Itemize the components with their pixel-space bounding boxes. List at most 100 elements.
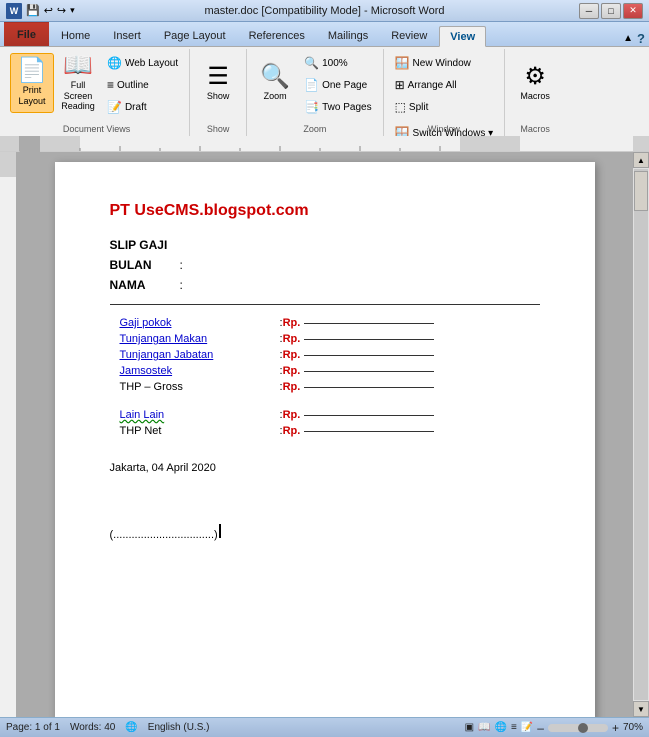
language-flag-icon: 🌐 xyxy=(125,722,137,733)
show-button[interactable]: ☰ Show xyxy=(196,53,240,113)
new-window-label: New Window xyxy=(413,58,471,69)
tab-view[interactable]: View xyxy=(439,26,486,47)
tab-file[interactable]: File xyxy=(4,22,49,46)
zoom-slider[interactable] xyxy=(548,724,608,732)
group-zoom: 🔍 Zoom 🔍 100% 📄 One Page 📑 Two Pages Zoo… xyxy=(247,49,383,136)
show-label: Show xyxy=(190,124,246,134)
redo-icon[interactable]: ↪ xyxy=(57,4,66,17)
thp-gross-row: THP – Gross : Rp. xyxy=(120,381,500,393)
bulan-colon: : xyxy=(180,258,183,272)
word-count: Words: 40 xyxy=(70,722,115,733)
split-button[interactable]: ⬚ Split xyxy=(390,97,499,117)
scroll-up-button[interactable]: ▲ xyxy=(633,152,649,168)
document-title: PT UseCMS.blogspot.com xyxy=(110,202,540,220)
undo-icon[interactable]: ↩ xyxy=(44,4,53,17)
macros-buttons: ⚙ Macros xyxy=(513,53,557,134)
jamsostek-rp: Rp. xyxy=(283,365,301,377)
salary-spacer xyxy=(120,397,500,409)
view-small-buttons: 🌐 Web Layout ≡ Outline 📝 Draft xyxy=(102,53,183,131)
web-layout-label: Web Layout xyxy=(125,58,178,69)
tab-references[interactable]: References xyxy=(238,25,316,46)
scroll-down-button[interactable]: ▼ xyxy=(633,701,649,717)
full-screen-label: Full ScreenReading xyxy=(59,80,97,112)
new-window-button[interactable]: 🪟 New Window xyxy=(390,53,499,73)
tab-page-layout[interactable]: Page Layout xyxy=(153,25,237,46)
signature-line: (.................................) xyxy=(110,524,540,541)
tunjangan-jabatan-rp: Rp. xyxy=(283,349,301,361)
status-bar: Page: 1 of 1 Words: 40 🌐 English (U.S.) … xyxy=(0,717,649,737)
one-page-button[interactable]: 📄 One Page xyxy=(299,75,376,95)
zoom-out-button[interactable]: – xyxy=(537,721,544,735)
minimize-button[interactable]: ─ xyxy=(579,3,599,19)
thp-net-underline xyxy=(304,431,434,432)
macros-icon: ⚙ xyxy=(524,65,546,89)
two-pages-icon: 📑 xyxy=(304,100,319,114)
group-macros: ⚙ Macros Macros xyxy=(505,49,565,136)
show-label: Show xyxy=(207,91,230,101)
print-layout-label: PrintLayout xyxy=(18,85,45,107)
outline-button[interactable]: ≡ Outline xyxy=(102,75,183,95)
view-draft-icon[interactable]: 📝 xyxy=(521,722,533,733)
zoom-group-label: Zoom xyxy=(247,124,382,134)
one-page-label: One Page xyxy=(322,80,367,91)
app-icon: W xyxy=(6,3,22,19)
lain-lain-label: Lain Lain xyxy=(120,409,280,421)
full-screen-reading-button[interactable]: 📖 Full ScreenReading xyxy=(56,53,100,113)
thp-net-rp: Rp. xyxy=(283,425,301,437)
arrange-all-icon: ⊞ xyxy=(395,78,405,92)
bulan-label: BULAN xyxy=(110,258,180,272)
print-layout-icon: 📄 xyxy=(17,59,47,83)
tab-insert[interactable]: Insert xyxy=(102,25,152,46)
scroll-thumb[interactable] xyxy=(634,171,648,211)
view-normal-icon[interactable]: ▣ xyxy=(465,722,474,733)
save-icon[interactable]: 💾 xyxy=(26,4,40,17)
zoom-100-icon: 🔍 xyxy=(304,56,319,70)
zoom-in-button[interactable]: + xyxy=(612,721,619,735)
vertical-ruler-marks xyxy=(0,152,16,717)
web-layout-icon: 🌐 xyxy=(107,56,122,70)
one-page-icon: 📄 xyxy=(304,78,319,92)
two-pages-button[interactable]: 📑 Two Pages xyxy=(299,97,376,117)
web-layout-button[interactable]: 🌐 Web Layout xyxy=(102,53,183,73)
tab-home[interactable]: Home xyxy=(50,25,101,46)
thp-gross-label: THP – Gross xyxy=(120,381,280,393)
view-web-icon[interactable]: 🌐 xyxy=(495,722,507,733)
customize-icon[interactable]: ▾ xyxy=(70,5,75,16)
macros-button[interactable]: ⚙ Macros xyxy=(513,53,557,113)
ruler-right xyxy=(633,136,649,152)
jamsostek-underline xyxy=(304,371,434,372)
help-icon[interactable]: ? xyxy=(637,31,645,46)
nama-row: NAMA : xyxy=(110,278,540,292)
print-layout-button[interactable]: 📄 PrintLayout xyxy=(10,53,54,113)
outline-icon: ≡ xyxy=(107,78,114,92)
view-reading-icon[interactable]: 📖 xyxy=(478,722,490,733)
maximize-button[interactable]: □ xyxy=(601,3,621,19)
show-buttons: ☰ Show xyxy=(196,53,240,134)
vertical-scrollbar[interactable]: ▲ ▼ xyxy=(633,152,649,717)
status-left: Page: 1 of 1 Words: 40 🌐 English (U.S.) xyxy=(6,722,209,733)
scroll-track[interactable] xyxy=(634,169,648,700)
document-views-label: Document Views xyxy=(4,124,189,134)
ruler-marks xyxy=(40,136,633,152)
title-bar-left: W 💾 ↩ ↪ ▾ xyxy=(6,3,75,19)
tab-review[interactable]: Review xyxy=(380,25,438,46)
lain-lain-row: Lain Lain : Rp. xyxy=(120,409,500,421)
ribbon-collapse-icon[interactable]: ▲ xyxy=(623,33,633,44)
slip-gaji-label: SLIP GAJI xyxy=(110,238,180,252)
horizontal-ruler xyxy=(40,136,633,152)
view-outline-icon[interactable]: ≡ xyxy=(511,722,517,733)
close-button[interactable]: ✕ xyxy=(623,3,643,19)
thp-gross-underline xyxy=(304,387,434,388)
lain-lain-underline xyxy=(304,415,434,416)
tunjangan-makan-rp: Rp. xyxy=(283,333,301,345)
split-label: Split xyxy=(409,102,428,113)
draft-button[interactable]: 📝 Draft xyxy=(102,97,183,117)
document-container[interactable]: PT UseCMS.blogspot.com SLIP GAJI BULAN :… xyxy=(16,152,633,717)
date-field: Jakarta, 04 April 2020 xyxy=(110,462,540,474)
zoom-button[interactable]: 🔍 Zoom xyxy=(253,53,297,113)
zoom-100-button[interactable]: 🔍 100% xyxy=(299,53,376,73)
arrange-all-button[interactable]: ⊞ Arrange All xyxy=(390,75,499,95)
ruler-area xyxy=(0,136,649,152)
tab-mailings[interactable]: Mailings xyxy=(317,25,379,46)
language-indicator: English (U.S.) xyxy=(148,722,210,733)
